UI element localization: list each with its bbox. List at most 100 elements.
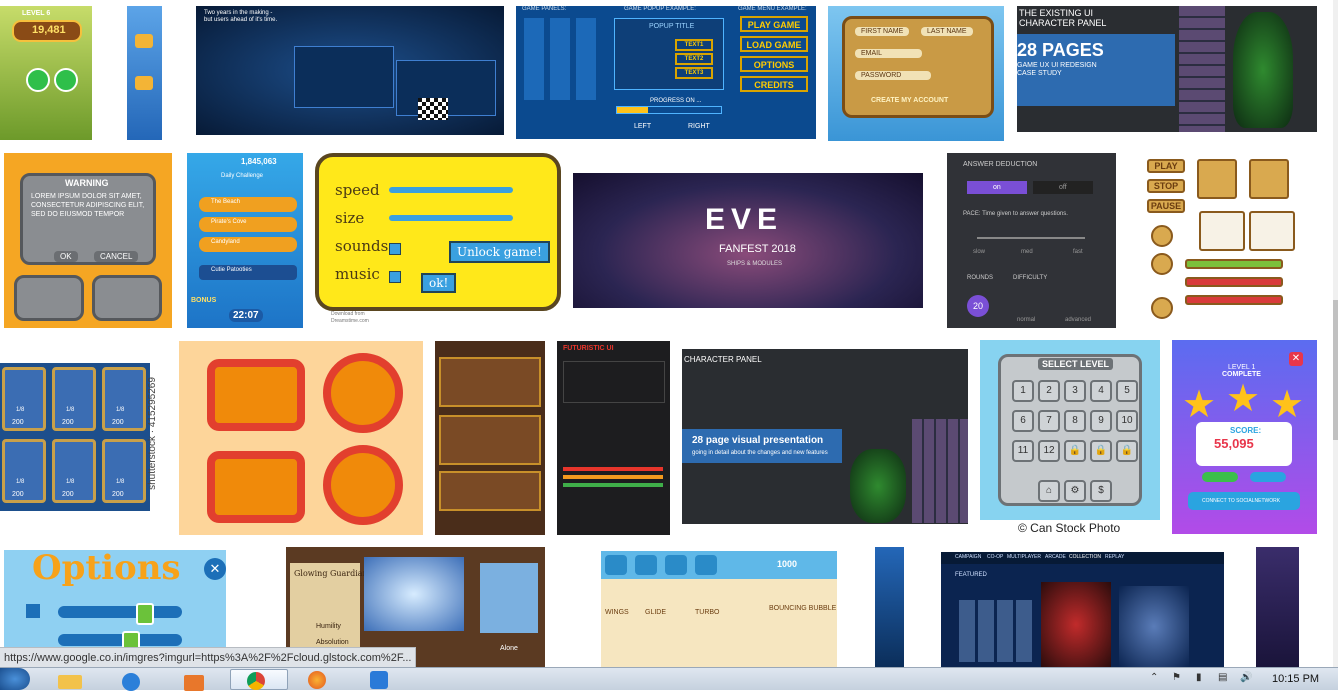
volume-slider[interactable] [58,603,182,625]
thumb-candy-frames[interactable] [179,341,423,535]
level-row-4[interactable]: Cutie Patooties [199,265,297,280]
ok-button[interactable]: ok! [421,273,457,293]
shop-icon[interactable]: $ [1090,480,1112,502]
thumb-character-presentation[interactable]: CHARACTER PANEL 28 page visual presentat… [682,349,968,524]
credits-button[interactable]: CREDITS [740,76,808,92]
last-name-field[interactable]: LAST NAME [921,27,973,36]
level-row-1[interactable]: The Beach [199,197,297,212]
level-10[interactable]: 10 [1116,410,1138,432]
tray-flag-icon[interactable]: ⚑ [1172,672,1181,683]
thumb-wood-buttons[interactable]: PLAY STOP PAUSE [1145,153,1315,328]
taskbar-vscode[interactable] [354,669,412,690]
thumb-level-complete[interactable]: ✕ LEVEL 1 COMPLETE ★ ★ ★ SCORE: 55,095 C… [1172,340,1317,534]
taskbar-media[interactable] [172,669,230,691]
nav-arcade[interactable]: ARCADE [1045,554,1066,560]
thumb-wood-signup[interactable]: FIRST NAME LAST NAME EMAIL PASSWORD CREA… [828,6,1004,141]
size-slider[interactable] [389,215,513,221]
thumb-settings-yellow[interactable]: speed size sounds music Unlock game! ok!… [315,153,561,328]
thumb-blue-strip[interactable] [127,6,162,140]
thumb-item-cards[interactable]: 200 200 200 200 200 200 1/8 1/8 1/8 1/8 … [0,363,150,511]
load-game-button[interactable]: LOAD GAME [740,36,808,52]
options-button[interactable]: OPTIONS [740,56,808,72]
thumb-select-level[interactable]: SELECT LEVEL 1 2 3 4 5 6 7 8 9 10 11 12 … [980,340,1160,520]
level-4[interactable]: 4 [1090,380,1112,402]
thumb-upgrades[interactable]: 1000 WINGS GLIDE TURBO BOUNCING BUBBLE [601,551,837,667]
music-checkbox[interactable] [389,271,401,283]
music-slider[interactable] [58,631,182,653]
on-toggle[interactable]: on [967,181,1027,194]
email-field[interactable]: EMAIL [855,49,923,58]
thumb-narrow-purple[interactable] [1256,547,1299,667]
sounds-checkbox[interactable] [389,243,401,255]
nav-collection[interactable]: COLLECTION [1069,554,1101,560]
thumb-match3-level[interactable]: LEVEL 6 19,481 [0,6,92,140]
text2-button[interactable]: TEXT2 [675,53,713,65]
play-game-button[interactable]: PLAY GAME [740,16,808,32]
taskbar-clock[interactable]: 10:15 PM [1272,673,1319,685]
cancel-button[interactable]: CANCEL [94,251,139,262]
level-8[interactable]: 8 [1064,410,1086,432]
first-name-field[interactable]: FIRST NAME [855,27,910,36]
nav-campaign[interactable]: CAMPAIGN [955,554,981,560]
thumb-game-popup[interactable]: GAME PANELS: GAME POPUP EXAMPLE: GAME ME… [516,6,816,139]
close-icon[interactable]: ✕ [204,558,226,580]
thumb-quiz-settings[interactable]: ANSWER DEDUCTION on off PACE: Time given… [947,153,1116,328]
thumb-daily-challenge[interactable]: 1,845,063 Daily Challenge The Beach Pira… [187,153,303,328]
thumb-collection-screen[interactable]: CAMPAIGN CO-OP MULTIPLAYER ARCADE COLLEC… [941,552,1224,667]
level-3[interactable]: 3 [1064,380,1086,402]
level-row-3[interactable]: Candyland [199,237,297,252]
level-9[interactable]: 9 [1090,410,1112,432]
scrollbar-thumb[interactable] [1333,300,1338,440]
level-11[interactable]: 11 [1012,440,1034,462]
nav-replay[interactable]: REPLAY [1105,554,1124,560]
ok-button[interactable]: OK [54,251,78,262]
connect-button[interactable]: CONNECT TO SOCIALNETWORK [1188,492,1300,510]
off-toggle[interactable]: off [1033,181,1093,194]
nav-multiplayer[interactable]: MULTIPLAYER [1007,554,1041,560]
level-2[interactable]: 2 [1038,380,1060,402]
taskbar-chrome[interactable] [230,669,288,690]
level-7[interactable]: 7 [1038,410,1060,432]
scrollbar[interactable] [1333,0,1338,667]
thumb-character-panel[interactable]: THE EXISTING UI CHARACTER PANEL 28 PAGES… [1017,6,1317,132]
thumb-dashboard-blue[interactable]: Two years in the making - but users ahea… [196,6,504,135]
exit-icon[interactable] [695,555,717,575]
taskbar-ie[interactable] [110,669,168,691]
level-row-2[interactable]: Pirate's Cove [199,217,297,232]
level-1[interactable]: 1 [1012,380,1034,402]
star-icon-3: ★ [1270,384,1305,426]
taskbar-firefox[interactable] [292,669,350,690]
tray-battery-icon[interactable]: ▮ [1196,672,1202,683]
level-12[interactable]: 12 [1038,440,1060,462]
thumb-skull-list[interactable] [435,341,545,535]
home-icon[interactable]: ⌂ [1038,480,1060,502]
start-button[interactable] [0,668,30,690]
level-6[interactable]: 6 [1012,410,1034,432]
unlock-button[interactable]: Unlock game! [449,241,550,263]
create-account-button[interactable]: CREATE MY ACCOUNT [871,97,948,104]
pace-slider[interactable] [977,237,1085,239]
speed-slider[interactable] [389,187,513,193]
tray-network-icon[interactable]: ▤ [1218,672,1227,683]
text1-button[interactable]: TEXT1 [675,39,713,51]
thumb-futuristic-ui[interactable]: FUTURISTIC UI [557,341,670,535]
fire-icon[interactable] [665,555,687,575]
taskbar-file-explorer[interactable] [48,669,106,690]
share-button[interactable] [1250,472,1286,482]
thumb-narrow-blue[interactable] [875,547,904,667]
thumb-stone-warning[interactable]: WARNING LOREM IPSUM DOLOR SIT AMET, CONS… [4,153,172,328]
level-5[interactable]: 5 [1116,380,1138,402]
volume-thumb[interactable] [136,603,154,625]
text3-button[interactable]: TEXT3 [675,67,713,79]
tray-chevron-icon[interactable]: ⌃ [1150,672,1158,683]
tray-volume-icon[interactable]: 🔊 [1240,672,1252,683]
password-field[interactable]: PASSWORD [855,71,932,80]
next-button[interactable] [1202,472,1238,482]
thumb-eve-fanfest[interactable]: EVE FANFEST 2018 SHIPS & MODULES [573,173,923,308]
home-icon[interactable] [605,555,627,575]
nav-coop[interactable]: CO-OP [987,554,1003,560]
shirt-icon[interactable] [635,555,657,575]
close-icon[interactable]: ✕ [1289,352,1303,366]
score-value: 55,095 [1214,436,1254,451]
gear-icon[interactable]: ⚙ [1064,480,1086,502]
